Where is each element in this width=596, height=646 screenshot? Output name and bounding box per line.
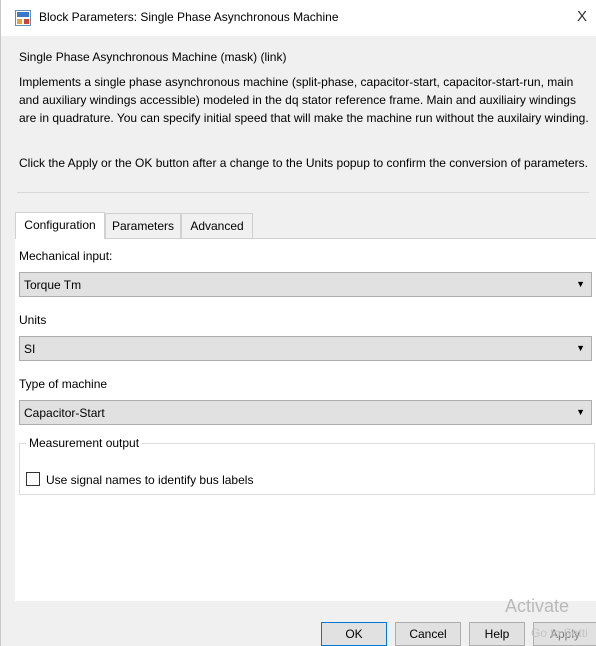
simulink-block-icon xyxy=(15,10,31,26)
tab-label: Parameters xyxy=(111,219,175,233)
ok-button[interactable]: OK xyxy=(321,622,387,646)
tab-parameters[interactable]: Parameters xyxy=(105,213,181,238)
window-title: Block Parameters: Single Phase Asynchron… xyxy=(39,10,339,24)
chevron-down-icon: ▼ xyxy=(576,343,585,353)
tab-advanced[interactable]: Advanced xyxy=(181,213,253,238)
mask-description: Implements a single phase asynchronous m… xyxy=(19,75,589,125)
close-button[interactable]: X xyxy=(571,6,593,28)
measurement-output-group: Measurement output Use signal names to i… xyxy=(19,436,595,495)
apply-button[interactable]: Apply xyxy=(533,622,596,646)
title-bar: Block Parameters: Single Phase Asynchron… xyxy=(1,0,596,36)
signal-names-checkbox[interactable] xyxy=(26,472,40,486)
chevron-down-icon: ▼ xyxy=(576,279,585,289)
machine-type-select[interactable]: Capacitor-Start ▼ xyxy=(19,400,592,425)
measurement-output-title: Measurement output xyxy=(26,436,143,450)
tab-configuration[interactable]: Configuration xyxy=(15,212,105,239)
mask-title: Single Phase Asynchronous Machine (mask)… xyxy=(19,50,287,64)
separator xyxy=(17,192,589,193)
units-label: Units xyxy=(19,313,47,327)
help-button[interactable]: Help xyxy=(469,622,525,646)
units-value: SI xyxy=(24,342,36,356)
signal-names-checkbox-row[interactable]: Use signal names to identify bus labels xyxy=(26,472,253,487)
tab-label: Configuration xyxy=(24,218,96,232)
block-parameters-dialog: Block Parameters: Single Phase Asynchron… xyxy=(0,0,596,646)
machine-type-value: Capacitor-Start xyxy=(24,406,105,420)
mask-hint: Click the Apply or the OK button after a… xyxy=(19,156,588,170)
cancel-button[interactable]: Cancel xyxy=(395,622,461,646)
signal-names-checkbox-label: Use signal names to identify bus labels xyxy=(46,473,254,487)
mechanical-input-value: Torque Tm xyxy=(24,278,82,292)
chevron-down-icon: ▼ xyxy=(576,407,585,417)
configuration-panel: Mechanical input: Torque Tm ▼ Units SI ▼… xyxy=(15,238,596,601)
mechanical-input-label: Mechanical input: xyxy=(19,249,113,263)
tab-label: Advanced xyxy=(190,219,244,233)
machine-type-label: Type of machine xyxy=(19,377,108,391)
close-icon: X xyxy=(576,8,587,25)
units-select[interactable]: SI ▼ xyxy=(19,336,592,361)
mechanical-input-select[interactable]: Torque Tm ▼ xyxy=(19,272,592,297)
